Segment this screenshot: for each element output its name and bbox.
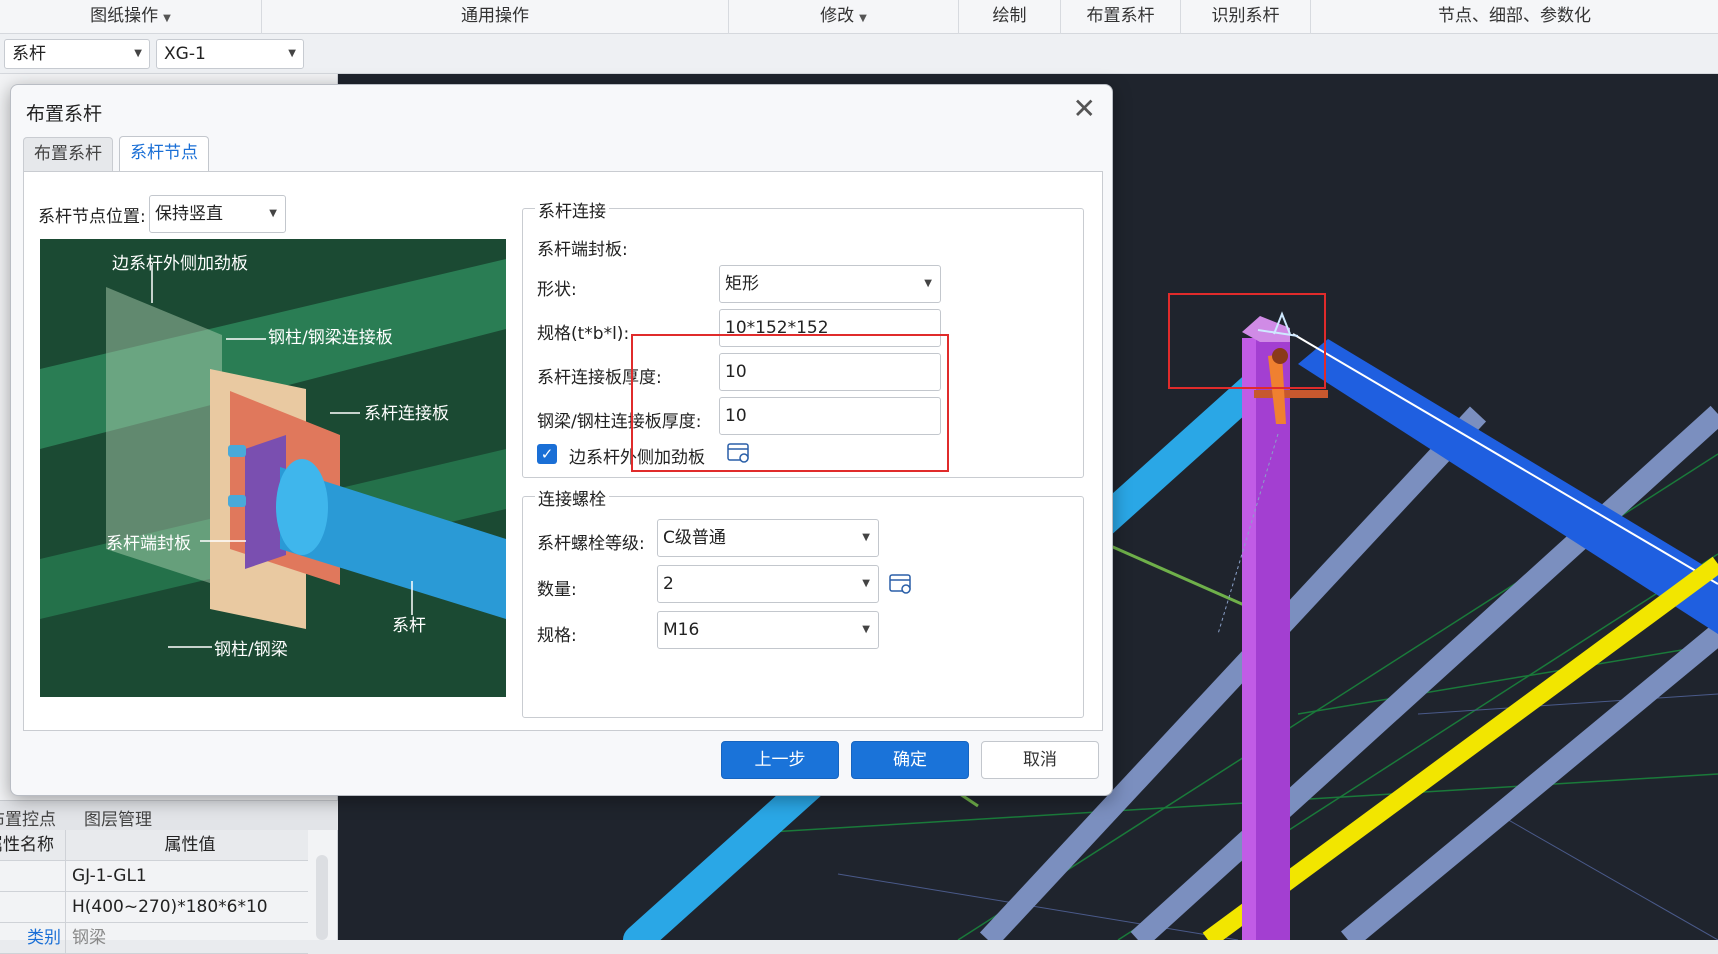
component-toolbar: 系杆 ▼ XG-1 ▼ [0,34,1718,74]
stiffener-checkbox[interactable]: ✓ [537,444,557,464]
table-row[interactable]: H(400~270)*180*6*10 [0,892,308,923]
shape-value: 矩形 [725,274,759,294]
ribbon-place-tie-label: 布置系杆 [1086,6,1155,26]
highlight-box-model [1168,293,1326,389]
ribbon-drawing-ops-label: 图纸操作 [90,6,159,26]
bolt-grade-label: 系杆螺栓等级: [537,534,645,554]
chevron-down-icon: ▼ [862,578,870,589]
highlight-box-params [631,334,949,472]
table-row[interactable]: GJ-1-GL1 [0,861,308,892]
component-type-select[interactable]: 系杆 ▼ [4,39,150,69]
node-position-select[interactable]: 保持竖直 ▼ [149,195,286,233]
property-value: H(400~270)*180*6*10 [72,897,268,917]
left-panel-tabs: 布置控点 图层管理 [0,800,338,830]
tab-layer-manager[interactable]: 图层管理 [84,805,152,830]
chevron-down-icon: ▼ [862,532,870,543]
place-tie-dialog: 布置系杆 ✕ 布置系杆 系杆节点 系杆节点位置: 保持竖直 ▼ 边系杆外侧加劲板… [10,84,1113,796]
ribbon-place-tie[interactable]: 布置系杆 [1061,0,1181,34]
chevron-down-icon: ▼ [859,13,867,24]
header-property-value: 属性值 [164,835,216,855]
node-position-label: 系杆节点位置: [38,207,146,227]
chevron-down-icon: ▼ [134,48,142,59]
bolt-spec-label: 规格: [537,626,577,646]
dialog-title: 布置系杆 [26,103,103,125]
property-value: 钢梁 [72,928,106,948]
tie-node-panel: 系杆节点位置: 保持竖直 ▼ 边系杆外侧加劲板 钢柱/钢梁连接板 系杆连接板 系… [23,171,1103,731]
chevron-down-icon: ▼ [924,278,932,289]
cancel-button[interactable]: 取消 [981,741,1099,779]
bolt-group: 连接螺栓 系杆螺栓等级: C级普通 ▼ 数量: 2 ▼ 规格: M16 ▼ [522,485,1084,718]
ribbon-draw[interactable]: 绘制 [959,0,1061,34]
property-table-header: 属性名称 属性值 [0,830,308,861]
property-value: GJ-1-GL1 [72,866,147,886]
scrollbar[interactable] [316,855,328,940]
close-icon[interactable]: ✕ [1073,94,1096,124]
node-diagram: 边系杆外侧加劲板 钢柱/钢梁连接板 系杆连接板 系杆端封板 系杆 钢柱/钢梁 [40,239,506,697]
property-name [0,892,66,923]
shape-select[interactable]: 矩形 ▼ [719,265,941,303]
ribbon-drawing-ops[interactable]: 图纸操作 ▼ [0,0,262,34]
component-name-value: XG-1 [164,44,206,64]
bolt-spec-value: M16 [663,620,700,640]
tab-place-tie[interactable]: 布置系杆 [23,137,113,171]
bolt-count-value: 2 [663,574,674,594]
tie-connection-title: 系杆连接 [535,197,609,222]
chevron-down-icon: ▼ [269,208,277,219]
node-diagram-illustration [40,239,506,697]
ribbon-identify-tie-label: 识别系杆 [1211,6,1280,26]
tab-tie-node[interactable]: 系杆节点 [119,136,209,172]
property-name [0,861,66,892]
header-property-name: 属性名称 [0,830,66,861]
ribbon-draw-label: 绘制 [992,6,1027,26]
diagram-label-end-plate: 系杆端封板 [106,534,191,554]
ribbon-general-ops[interactable]: 通用操作 [262,0,729,34]
tab-control-points[interactable]: 布置控点 [0,805,56,830]
spec-label: 规格(t*b*l): [537,324,630,344]
settings-icon[interactable] [889,573,913,595]
prev-step-button[interactable]: 上一步 [721,741,839,779]
node-position-value: 保持竖直 [155,204,223,224]
bolt-spec-select[interactable]: M16 ▼ [657,611,879,649]
chevron-down-icon: ▼ [288,48,296,59]
ribbon-modify[interactable]: 修改 ▼ [729,0,959,34]
end-plate-label: 系杆端封板: [537,240,628,260]
bolt-group-title: 连接螺栓 [535,485,609,510]
ok-button[interactable]: 确定 [851,741,969,779]
chevron-down-icon: ▼ [862,624,870,635]
bolt-count-label: 数量: [537,580,577,600]
diagram-label-column-beam: 钢柱/钢梁 [214,640,288,660]
table-row[interactable]: 类别 钢梁 [0,923,308,954]
ribbon-modify-label: 修改 [820,6,855,26]
ribbon-nodes[interactable]: 节点、细部、参数化 [1311,0,1718,34]
component-name-select[interactable]: XG-1 ▼ [156,39,304,69]
property-name: 类别 [0,923,66,954]
diagram-label-connect-plate: 系杆连接板 [364,404,449,424]
diagram-label-stiffener: 边系杆外侧加劲板 [112,254,248,274]
chevron-down-icon: ▼ [163,13,171,24]
ribbon-nodes-label: 节点、细部、参数化 [1438,6,1591,26]
bolt-grade-value: C级普通 [663,528,726,548]
bolt-count-select[interactable]: 2 ▼ [657,565,879,603]
diagram-label-column-plate: 钢柱/钢梁连接板 [268,328,393,348]
component-type-value: 系杆 [12,44,46,64]
ribbon-general-ops-label: 通用操作 [461,6,529,26]
shape-label: 形状: [537,280,577,300]
diagram-label-tie-rod: 系杆 [392,616,426,636]
ribbon-identify-tie[interactable]: 识别系杆 [1181,0,1311,34]
ribbon: 图纸操作 ▼ 通用操作 修改 ▼ 绘制 布置系杆 识别系杆 节点、细部、参数化 [0,0,1718,34]
bolt-grade-select[interactable]: C级普通 ▼ [657,519,879,557]
